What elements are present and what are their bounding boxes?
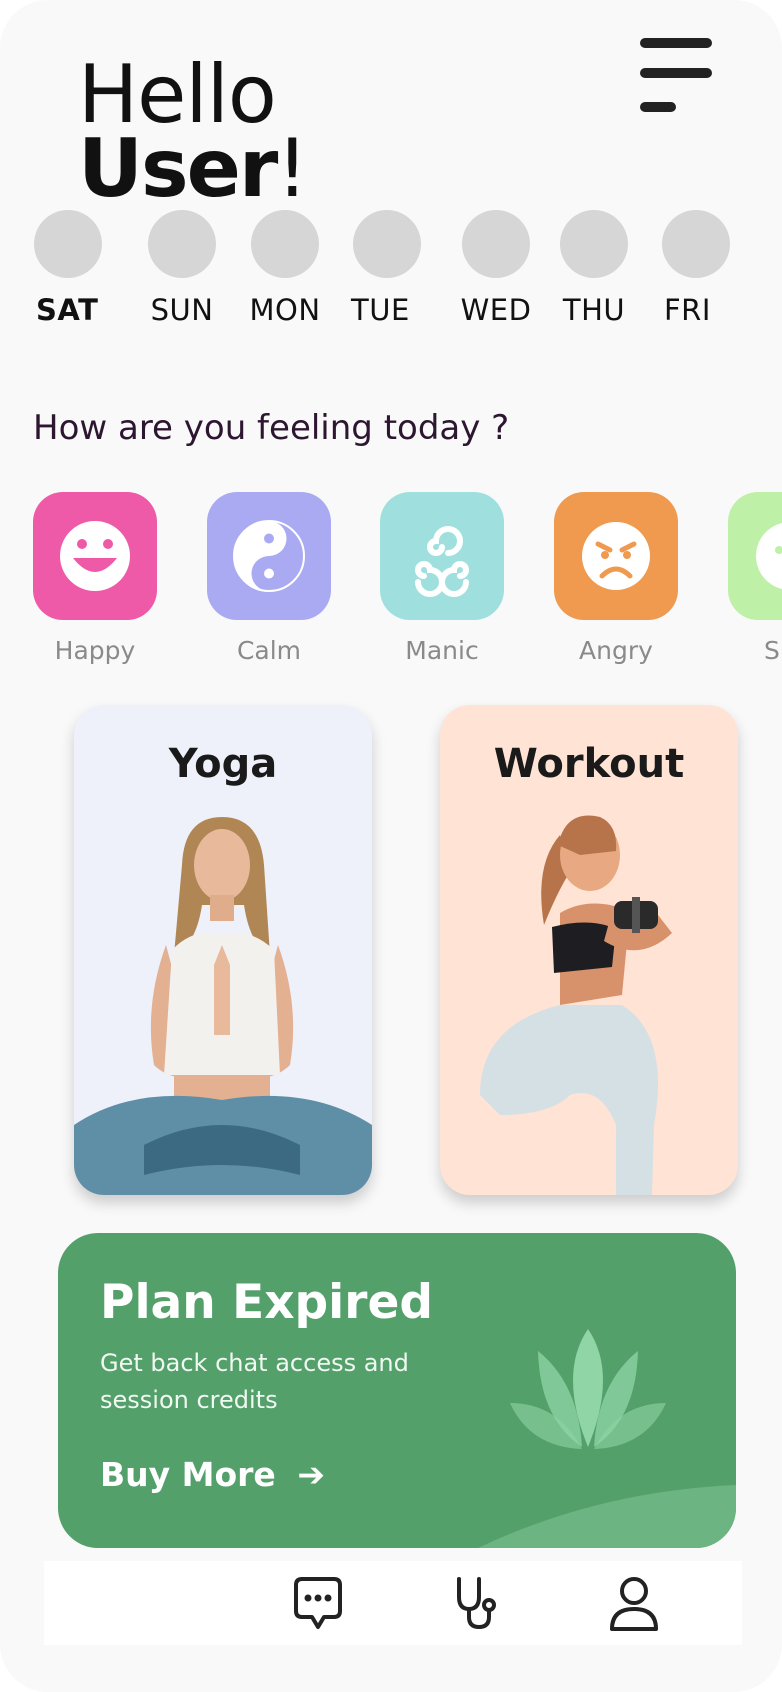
mood-happy[interactable]: Happy — [33, 492, 157, 665]
day-dot — [662, 210, 730, 278]
day-dot — [251, 210, 319, 278]
greeting-exclaim: ! — [276, 122, 308, 215]
day-dot — [462, 210, 530, 278]
day-wed[interactable]: WED — [456, 210, 536, 327]
mood-angry[interactable]: Angry — [554, 492, 678, 665]
mood-label: Manic — [405, 636, 479, 665]
day-dot — [560, 210, 628, 278]
day-label: FRI — [664, 293, 711, 327]
mood-calm[interactable]: Calm — [207, 492, 331, 665]
mood-label: Angry — [579, 636, 653, 665]
mood-prompt: How are you feeling today ? — [33, 408, 510, 448]
yoga-illustration — [74, 817, 372, 1195]
day-label: TUE — [351, 293, 410, 327]
sad-face-icon — [756, 522, 782, 590]
day-label: SAT — [36, 293, 99, 327]
mood-label: Happy — [54, 636, 136, 665]
yin-yang-icon — [233, 520, 305, 592]
greeting-user: User! — [78, 129, 308, 209]
nav-chat[interactable] — [286, 1571, 350, 1635]
menu-bar — [640, 68, 712, 78]
mood-tile — [380, 492, 504, 620]
mood-tile — [554, 492, 678, 620]
mood-label: S — [764, 636, 780, 665]
mood-tile — [728, 492, 782, 620]
workout-illustration — [480, 815, 672, 1195]
bottom-nav — [44, 1561, 742, 1645]
chat-icon — [294, 1577, 342, 1629]
greeting-user-name: User — [78, 122, 278, 215]
menu-bar — [640, 102, 676, 112]
day-label: SUN — [150, 293, 214, 327]
mood-tile — [207, 492, 331, 620]
day-thu[interactable]: THU — [554, 210, 634, 327]
day-label: WED — [460, 293, 532, 327]
app-screen: Hello User! SAT SUN MON TUE WED THU FRI … — [0, 0, 782, 1692]
day-sat[interactable]: SAT — [28, 210, 108, 327]
mood-tile — [33, 492, 157, 620]
day-sun[interactable]: SUN — [142, 210, 222, 327]
day-dot — [353, 210, 421, 278]
day-dot — [148, 210, 216, 278]
menu-bar — [640, 38, 712, 48]
day-mon[interactable]: MON — [245, 210, 325, 327]
nav-doctor[interactable] — [441, 1571, 505, 1635]
greeting: Hello User! — [78, 55, 308, 209]
stethoscope-icon — [457, 1577, 496, 1630]
menu-button[interactable] — [636, 38, 714, 116]
mood-manic[interactable]: Manic — [380, 492, 504, 665]
angry-face-icon — [582, 522, 650, 590]
nav-profile[interactable] — [602, 1571, 666, 1635]
day-dot — [34, 210, 102, 278]
day-fri[interactable]: FRI — [656, 210, 736, 327]
mood-label: Calm — [236, 636, 302, 665]
wave-decoration — [478, 1485, 736, 1548]
day-label: THU — [562, 293, 626, 327]
day-label: MON — [249, 293, 321, 327]
happy-face-icon — [60, 521, 130, 591]
triple-spiral-icon — [415, 526, 469, 597]
yoga-card[interactable]: Yoga — [74, 705, 372, 1195]
mood-s[interactable]: S — [728, 492, 782, 665]
plan-expired-banner[interactable]: Plan Expired Get back chat access and se… — [58, 1233, 736, 1548]
day-tue[interactable]: TUE — [347, 210, 427, 327]
profile-icon — [610, 1577, 658, 1631]
workout-card[interactable]: Workout — [440, 705, 738, 1195]
